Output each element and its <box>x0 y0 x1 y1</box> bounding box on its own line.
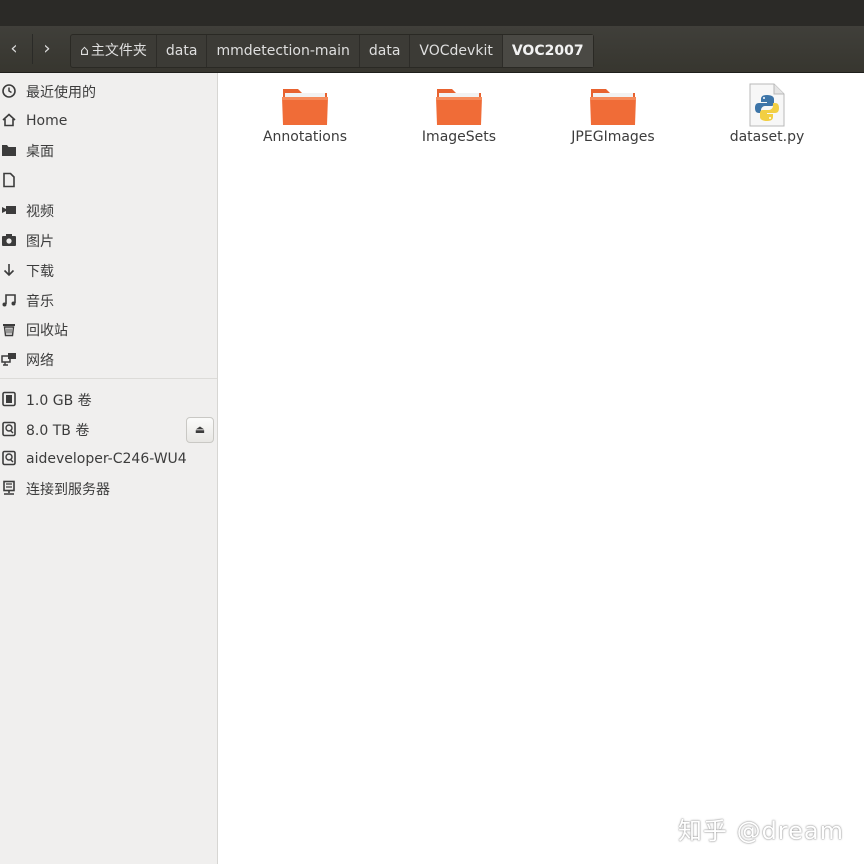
sidebar-item-music[interactable]: 音乐 <box>0 288 217 314</box>
network-icon <box>0 351 18 369</box>
server-icon <box>0 480 18 498</box>
sidebar-item-label: 网络 <box>26 353 54 369</box>
file-item-dataset-py[interactable]: dataset.py <box>692 83 842 145</box>
drive-icon <box>0 421 18 439</box>
trash-icon <box>0 321 18 339</box>
file-name: JPEGImages <box>571 129 655 145</box>
file-item-annotations[interactable]: Annotations <box>230 83 380 145</box>
breadcrumb-voc2007[interactable]: VOC2007 <box>502 35 593 67</box>
sidebar-item-label: 连接到服务器 <box>26 482 110 498</box>
drive-icon <box>0 450 18 468</box>
sidebar-item-label: aideveloper-C246-WU4 <box>26 451 187 467</box>
video-icon <box>0 202 18 220</box>
sidebar-divider <box>0 378 217 379</box>
sidebar-item-label: 桌面 <box>26 144 54 160</box>
home-icon: ⌂ <box>80 43 89 59</box>
breadcrumb-label: 主文件夹 <box>90 43 147 59</box>
sidebar-item-label: 视频 <box>26 204 54 220</box>
camera-icon <box>0 232 18 250</box>
file-name: ImageSets <box>421 129 497 145</box>
sidebar-item-label: 回收站 <box>26 323 68 339</box>
sidebar-item-label: 1.0 GB 卷 <box>26 393 92 409</box>
file-item-imagesets[interactable]: ImageSets <box>384 83 534 145</box>
back-button[interactable]: ‹ <box>0 34 28 64</box>
file-item-jpegimages[interactable]: JPEGImages <box>538 83 688 145</box>
drive-icon <box>0 391 18 409</box>
breadcrumb-vocdevkit[interactable]: VOCdevkit <box>410 35 503 67</box>
breadcrumb-home[interactable]: ⌂ 主文件夹 <box>71 35 157 67</box>
sidebar-item-label: 下载 <box>26 264 54 280</box>
sidebar-item-home[interactable]: Home <box>0 108 217 134</box>
breadcrumb-data[interactable]: data <box>157 35 208 67</box>
sidebar-item-network[interactable]: 网络 <box>0 347 217 373</box>
folder-icon <box>436 89 482 125</box>
download-icon <box>0 262 18 280</box>
window-title-strip <box>0 0 864 26</box>
forward-button[interactable]: › <box>32 34 61 64</box>
sidebar-item-label: 8.0 TB 卷 <box>26 423 90 439</box>
sidebar-item-recent[interactable]: 最近使用的 <box>0 79 217 105</box>
sidebar-item-trash[interactable]: 回收站 <box>0 317 217 343</box>
sidebar-item-videos[interactable]: 视频 <box>0 198 217 224</box>
sidebar-item-desktop[interactable]: 桌面 <box>0 138 217 164</box>
sidebar-item-label: 音乐 <box>26 294 54 310</box>
sidebar-item-volume-8tb[interactable]: 8.0 TB 卷 ⏏ <box>0 417 217 443</box>
file-name: Annotations <box>262 129 348 145</box>
folder-icon <box>282 89 328 125</box>
sidebar-item-documents[interactable] <box>0 168 217 194</box>
sidebar-item-downloads[interactable]: 下载 <box>0 258 217 284</box>
sidebar-item-label: 最近使用的 <box>26 85 96 101</box>
file-view: Annotations ImageSets JPEGImages dataset… <box>222 73 864 864</box>
watermark: 知乎 @dream <box>677 817 844 845</box>
breadcrumb-mmdetection-main[interactable]: mmdetection-main <box>207 35 360 67</box>
eject-button[interactable]: ⏏ <box>186 417 214 443</box>
header-bar: ‹ › ⌂ 主文件夹 data mmdetection-main data VO… <box>0 26 864 73</box>
breadcrumb: ⌂ 主文件夹 data mmdetection-main data VOCdev… <box>70 34 594 68</box>
sidebar-item-label: Home <box>26 113 68 129</box>
sidebar-item-volume-1gb[interactable]: 1.0 GB 卷 <box>0 387 217 413</box>
python-file-icon <box>749 83 785 127</box>
sidebar-item-label: 图片 <box>26 234 54 250</box>
breadcrumb-data-2[interactable]: data <box>360 35 411 67</box>
folder-icon <box>590 89 636 125</box>
file-name: dataset.py <box>729 129 805 145</box>
sidebar-item-connect-server[interactable]: 连接到服务器 <box>0 476 217 502</box>
folder-icon <box>0 142 18 160</box>
home-icon <box>0 112 18 130</box>
clock-icon <box>0 83 18 101</box>
sidebar-item-pictures[interactable]: 图片 <box>0 228 217 254</box>
document-icon <box>0 172 18 190</box>
music-icon <box>0 292 18 310</box>
sidebar: 最近使用的 Home 桌面 视频 图片 下载 音乐 回收站 网络 1.0 GB … <box>0 73 218 864</box>
sidebar-item-aideveloper[interactable]: aideveloper-C246-WU4 <box>0 446 217 472</box>
